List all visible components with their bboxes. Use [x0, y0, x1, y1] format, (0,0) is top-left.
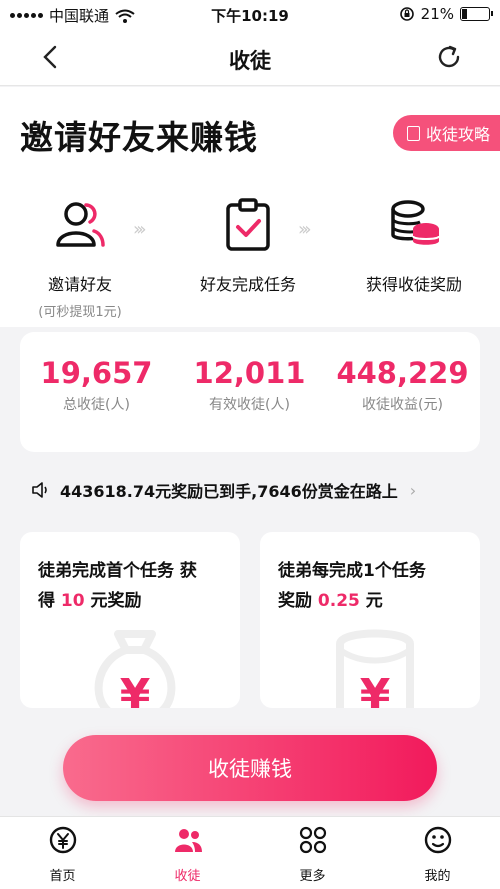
reward-card-first-task[interactable]: 徒弟完成首个任务 获 得 10 元奖励 ¥: [20, 532, 240, 708]
stats-card: 19,657 总收徒(人) 12,011 有效收徒(人) 448,229 收徒收…: [20, 332, 480, 452]
step-label: 邀请好友: [47, 275, 112, 294]
invite-hero: 邀请好友来赚钱 收徒攻略 邀请好友 (可秒提现1元) ››› 好友完成任务 ››…: [0, 87, 500, 327]
battery-icon: [460, 7, 493, 21]
svg-text:¥: ¥: [360, 670, 391, 708]
card-line2: 奖励 0.25 元: [278, 586, 466, 616]
rotation-lock-icon: [399, 7, 414, 21]
yen-coin-icon: [49, 826, 76, 854]
invite-earn-button[interactable]: 收徒赚钱: [63, 735, 437, 801]
tab-mine[interactable]: 我的: [375, 825, 500, 884]
card-line1: 徒弟完成首个任务 获: [38, 561, 197, 581]
step-label: 好友完成任务: [199, 275, 296, 294]
red-envelope-icon: ¥: [336, 629, 414, 708]
step-task: 好友完成任务: [168, 195, 328, 295]
page-title: 收徒: [229, 49, 271, 73]
cta-label: 收徒赚钱: [208, 757, 292, 781]
step-label: 获得收徒奖励: [365, 275, 462, 294]
money-bag-icon: ¥: [94, 630, 176, 708]
guide-button-label: 收徒攻略: [425, 125, 490, 144]
stat-valid-apprentices: 12,011 有效收徒(人): [173, 356, 326, 414]
status-bar: 中国联通 下午10:19 21%: [0, 0, 500, 30]
smiley-icon: [424, 826, 451, 854]
battery-percent: 21%: [420, 5, 454, 23]
coins-icon: [391, 200, 440, 245]
card-text: 徒弟每完成1个任务 奖励 0.25 元: [278, 556, 466, 616]
document-icon: [406, 125, 420, 141]
reward-card-each-task[interactable]: 徒弟每完成1个任务 奖励 0.25 元 ¥: [260, 532, 480, 708]
tab-home[interactable]: 首页: [0, 825, 125, 884]
users-icon: [56, 202, 105, 247]
card-amount: 10: [60, 591, 85, 611]
battery-fill: [462, 9, 468, 19]
stat-value: 12,011: [193, 356, 306, 390]
step-invite: 邀请好友 (可秒提现1元): [0, 195, 160, 320]
chevrons-icon: ›››: [298, 219, 311, 240]
chevron-right-icon: ›: [409, 480, 417, 500]
ticker-text: 443618.74元奖励已到手,7646份赏金在路上: [60, 482, 398, 501]
guide-button[interactable]: 收徒攻略: [392, 115, 500, 151]
svg-text:¥: ¥: [120, 670, 151, 708]
step-reward: 获得收徒奖励: [334, 195, 494, 295]
grid-icon: [299, 826, 326, 854]
chevrons-icon: ›››: [133, 219, 146, 240]
refresh-icon[interactable]: [434, 42, 464, 72]
card-line2-pre: 奖励: [278, 591, 318, 611]
tab-label: 首页: [49, 869, 76, 884]
stat-total-apprentices: 19,657 总收徒(人): [20, 356, 173, 414]
tab-label: 收徒: [174, 869, 201, 884]
people-icon: [174, 829, 202, 852]
headline: 邀请好友来赚钱: [20, 118, 258, 157]
nav-bar: 收徒: [0, 30, 500, 86]
tab-apprentice[interactable]: 收徒: [125, 825, 250, 884]
clipboard-check-icon: [226, 198, 270, 251]
card-line2-post: 元奖励: [84, 591, 142, 611]
stat-value: 448,229: [336, 356, 469, 390]
stat-caption: 收徒收益(元): [362, 397, 443, 413]
card-line2-post: 元: [359, 591, 383, 611]
reward-ticker[interactable]: 443618.74元奖励已到手,7646份赏金在路上 ›: [30, 478, 470, 502]
card-line2-pre: 得: [38, 591, 61, 611]
card-line1: 徒弟每完成1个任务: [278, 561, 426, 581]
tab-bar: 首页 收徒 更多 我的: [0, 816, 500, 889]
speaker-icon: [32, 482, 47, 498]
stat-value: 19,657: [40, 356, 153, 390]
tab-label: 更多: [299, 869, 326, 884]
card-amount: 0.25: [317, 591, 360, 611]
tab-label: 我的: [424, 869, 451, 884]
stat-caption: 有效收徒(人): [209, 397, 290, 413]
step-sub: (可秒提现1元): [38, 305, 122, 320]
stat-earnings: 448,229 收徒收益(元): [326, 356, 479, 414]
card-text: 徒弟完成首个任务 获 得 10 元奖励: [38, 556, 226, 616]
stat-caption: 总收徒(人): [63, 397, 130, 413]
tab-more[interactable]: 更多: [250, 825, 375, 884]
card-line2: 得 10 元奖励: [38, 586, 226, 616]
